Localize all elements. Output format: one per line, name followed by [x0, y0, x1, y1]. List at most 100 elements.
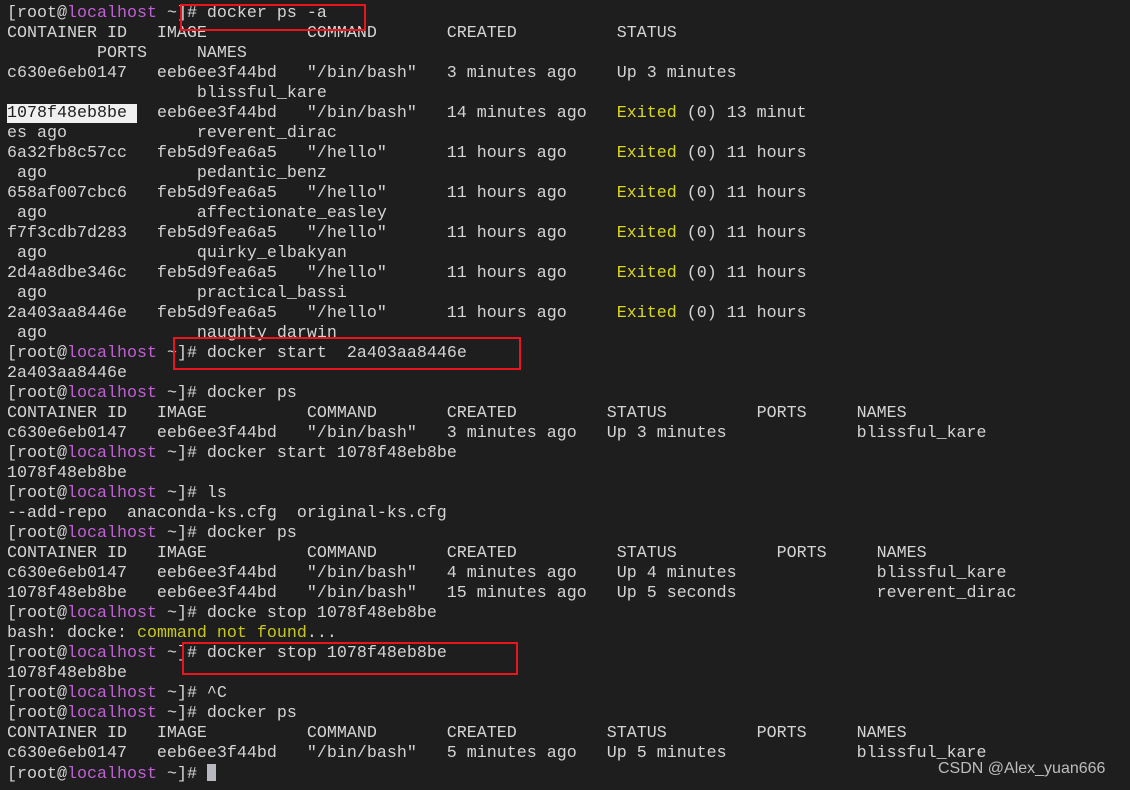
terminal-line: c630e6eb0147 eeb6ee3f44bd "/bin/bash" 4 …	[7, 564, 1017, 584]
terminal-text: [root@	[7, 444, 67, 463]
terminal-line: 6a32fb8c57cc feb5d9fea6a5 "/hello" 11 ho…	[7, 144, 1017, 164]
terminal-line: [root@localhost ~]# ls	[7, 484, 1017, 504]
terminal-text: 2a403aa8446e	[7, 364, 127, 383]
status-exited: Exited	[616, 264, 677, 283]
terminal-line: bash: docke: command not found...	[7, 624, 1017, 644]
terminal-text: c630e6eb0147 eeb6ee3f44bd "/bin/bash" 3 …	[7, 64, 737, 83]
terminal-line: CONTAINER ID IMAGE COMMAND CREATED STATU…	[7, 724, 1017, 744]
terminal-text: ago pedantic_benz	[7, 164, 327, 183]
terminal-line: [root@localhost ~]# docker ps	[7, 524, 1017, 544]
terminal-text: c630e6eb0147 eeb6ee3f44bd "/bin/bash" 4 …	[7, 564, 1007, 583]
terminal-line: 658af007cbc6 feb5d9fea6a5 "/hello" 11 ho…	[7, 184, 1017, 204]
terminal-line: PORTS NAMES	[7, 44, 1017, 64]
status-exited: Exited	[616, 224, 677, 243]
terminal-text: ago quirky_elbakyan	[7, 244, 347, 263]
highlight-box-docker-start	[173, 337, 521, 370]
hostname: localhost	[66, 384, 157, 403]
terminal-text: c630e6eb0147 eeb6ee3f44bd "/bin/bash" 3 …	[7, 424, 987, 443]
terminal-text: CONTAINER ID IMAGE COMMAND CREATED STATU…	[7, 404, 907, 423]
terminal-text: bash: docke:	[7, 624, 137, 643]
terminal-text: 2a403aa8446e feb5d9fea6a5 "/hello" 11 ho…	[7, 304, 617, 323]
terminal-line: CONTAINER ID IMAGE COMMAND CREATED STATU…	[7, 404, 1017, 424]
terminal-text: ~]# ls	[156, 484, 227, 503]
terminal-text: ~]# docker ps	[156, 524, 297, 543]
terminal-text: ago affectionate_easley	[7, 204, 387, 223]
terminal-text: blissful_kare	[7, 84, 327, 103]
terminal-text: (0) 11 hours	[676, 264, 807, 283]
highlight-box-docker-stop	[182, 642, 518, 675]
terminal-text: c630e6eb0147 eeb6ee3f44bd "/bin/bash" 5 …	[7, 744, 987, 763]
terminal-text: 2d4a8dbe346c feb5d9fea6a5 "/hello" 11 ho…	[7, 264, 617, 283]
terminal-text: (0) 11 hours	[676, 144, 807, 163]
terminal-line: [root@localhost ~]# ^C	[7, 684, 1017, 704]
status-exited: Exited	[616, 104, 677, 123]
terminal-text: ago practical_bassi	[7, 284, 347, 303]
terminal-text: ...	[306, 624, 337, 643]
terminal-text: (0) 13 minut	[676, 104, 807, 123]
highlight-box-docker-ps-a	[180, 4, 366, 31]
terminal-line: c630e6eb0147 eeb6ee3f44bd "/bin/bash" 5 …	[7, 744, 1017, 764]
terminal-line: 1078f48eb8be eeb6ee3f44bd "/bin/bash" 14…	[7, 104, 1017, 124]
terminal-line: c630e6eb0147 eeb6ee3f44bd "/bin/bash" 3 …	[7, 64, 1017, 84]
terminal-text: CONTAINER ID IMAGE COMMAND CREATED STATU…	[7, 544, 927, 563]
terminal-text: 1078f48eb8be eeb6ee3f44bd "/bin/bash" 15…	[7, 584, 1017, 603]
terminal-text: ~]# docke stop 1078f48eb8be	[156, 604, 437, 623]
terminal-text: ~]# ^C	[156, 684, 227, 703]
terminal-line: --add-repo anaconda-ks.cfg original-ks.c…	[7, 504, 1017, 524]
terminal-line: ago practical_bassi	[7, 284, 1017, 304]
terminal-text: CONTAINER ID IMAGE COMMAND CREATED STATU…	[7, 724, 907, 743]
terminal-text: es ago reverent_dirac	[7, 124, 337, 143]
hostname: localhost	[66, 444, 157, 463]
status-exited: Exited	[616, 184, 677, 203]
terminal-text: [root@	[7, 765, 67, 784]
terminal-text: [root@	[7, 604, 67, 623]
terminal-line: ago quirky_elbakyan	[7, 244, 1017, 264]
terminal-line: [root@localhost ~]# docke stop 1078f48eb…	[7, 604, 1017, 624]
terminal-text: PORTS NAMES	[7, 44, 247, 63]
status-exited: Exited	[616, 304, 677, 323]
hostname: localhost	[66, 344, 157, 363]
terminal-text: (0) 11 hours	[676, 304, 807, 323]
terminal-line: 2d4a8dbe346c feb5d9fea6a5 "/hello" 11 ho…	[7, 264, 1017, 284]
terminal-line: [root@localhost ~]#	[7, 764, 1017, 784]
terminal-text: ~]# docker start 1078f48eb8be	[156, 444, 457, 463]
terminal-text: --add-repo anaconda-ks.cfg original-ks.c…	[7, 504, 447, 523]
terminal-text: ~]#	[156, 765, 207, 784]
terminal-text: 1078f48eb8be	[7, 464, 127, 483]
terminal-line: [root@localhost ~]# docker ps	[7, 704, 1017, 724]
terminal-line: CONTAINER ID IMAGE COMMAND CREATED STATU…	[7, 544, 1017, 564]
terminal-text: f7f3cdb7d283 feb5d9fea6a5 "/hello" 11 ho…	[7, 224, 617, 243]
terminal-line: [root@localhost ~]# docker ps	[7, 384, 1017, 404]
terminal-text: (0) 11 hours	[676, 184, 807, 203]
terminal-text: [root@	[7, 344, 67, 363]
terminal-text: 658af007cbc6 feb5d9fea6a5 "/hello" 11 ho…	[7, 184, 617, 203]
hostname: localhost	[66, 644, 157, 663]
terminal-text: [root@	[7, 684, 67, 703]
hostname: localhost	[66, 684, 157, 703]
terminal-text: 6a32fb8c57cc feb5d9fea6a5 "/hello" 11 ho…	[7, 144, 617, 163]
terminal-text: [root@	[7, 704, 67, 723]
watermark: CSDN @Alex_yuan666	[938, 760, 1106, 777]
hostname: localhost	[66, 704, 157, 723]
terminal-line: c630e6eb0147 eeb6ee3f44bd "/bin/bash" 3 …	[7, 424, 1017, 444]
hostname: localhost	[66, 4, 157, 23]
terminal-text: (0) 11 hours	[676, 224, 807, 243]
hostname: localhost	[66, 604, 157, 623]
terminal-line: ago affectionate_easley	[7, 204, 1017, 224]
error-message: command not found	[136, 624, 307, 643]
terminal-text: eeb6ee3f44bd "/bin/bash" 14 minutes ago	[136, 104, 617, 123]
cursor	[206, 764, 216, 781]
terminal-line: 1078f48eb8be	[7, 464, 1017, 484]
terminal-text: ~]# docker ps	[156, 704, 297, 723]
terminal-line: [root@localhost ~]# docker start 1078f48…	[7, 444, 1017, 464]
terminal-line: [root@localhost ~]# docker ps -a	[7, 4, 1017, 24]
terminal-line: ago pedantic_benz	[7, 164, 1017, 184]
terminal-line: es ago reverent_dirac	[7, 124, 1017, 144]
terminal-line: CONTAINER ID IMAGE COMMAND CREATED STATU…	[7, 24, 1017, 44]
status-exited: Exited	[616, 144, 677, 163]
terminal-line: 2a403aa8446e feb5d9fea6a5 "/hello" 11 ho…	[7, 304, 1017, 324]
terminal-line: f7f3cdb7d283 feb5d9fea6a5 "/hello" 11 ho…	[7, 224, 1017, 244]
selected-text: 1078f48eb8be	[7, 104, 137, 123]
terminal-text: [root@	[7, 484, 67, 503]
terminal-text: [root@	[7, 384, 67, 403]
